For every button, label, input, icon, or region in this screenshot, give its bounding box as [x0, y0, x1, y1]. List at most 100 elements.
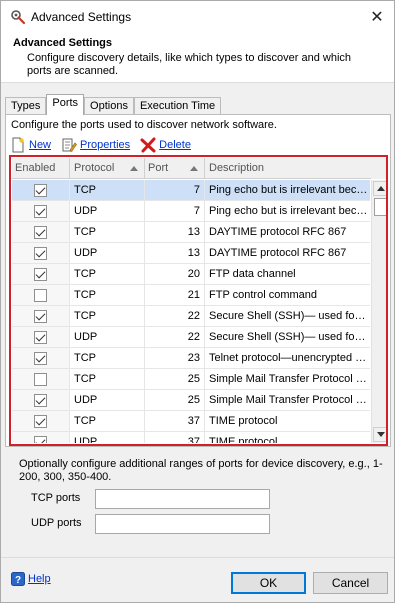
protocol-cell: UDP: [70, 201, 145, 221]
enabled-checkbox[interactable]: [34, 394, 47, 407]
enabled-checkbox[interactable]: [34, 415, 47, 428]
column-header-enabled[interactable]: Enabled: [12, 158, 70, 179]
ports-grid-body: Enabled Protocol Port Description TCP 7 Pi…: [12, 158, 386, 443]
protocol-cell: TCP: [70, 264, 145, 284]
tcp-ports-input[interactable]: [95, 489, 270, 509]
vertical-scrollbar[interactable]: [371, 180, 386, 443]
enabled-checkbox[interactable]: [34, 289, 47, 302]
tcp-ports-label: TCP ports: [31, 492, 81, 504]
properties-button[interactable]: Properties: [61, 137, 130, 153]
enabled-cell: [12, 348, 70, 368]
tab-types[interactable]: Types: [5, 97, 47, 115]
tab-strip: Types Ports Options Execution Time: [5, 94, 222, 115]
enabled-cell: [12, 327, 70, 347]
port-cell: 25: [145, 369, 205, 389]
header-description: Configure discovery details, like which …: [27, 52, 352, 77]
enabled-checkbox[interactable]: [34, 247, 47, 260]
scroll-down-button[interactable]: [373, 427, 386, 442]
udp-ports-input[interactable]: [95, 514, 270, 534]
description-cell: TIME protocol: [209, 415, 278, 427]
scroll-up-button[interactable]: [373, 181, 386, 196]
properties-label: Properties: [80, 139, 131, 151]
protocol-cell: TCP: [70, 306, 145, 326]
table-row[interactable]: TCP 37 TIME protocol: [12, 411, 370, 432]
new-label: New: [29, 139, 52, 151]
help-question-icon: ?: [11, 572, 25, 586]
protocol-cell: TCP: [70, 180, 145, 200]
enabled-cell: [12, 201, 70, 221]
tab-options[interactable]: Options: [84, 97, 134, 115]
port-cell: 13: [145, 222, 205, 242]
sort-ascending-icon: [190, 166, 198, 171]
enabled-cell: [12, 243, 70, 263]
protocol-cell: UDP: [70, 432, 145, 443]
description-cell: DAYTIME protocol RFC 867: [209, 247, 347, 259]
enabled-checkbox[interactable]: [34, 226, 47, 239]
enabled-checkbox[interactable]: [34, 352, 47, 365]
table-row[interactable]: TCP 20 FTP data channel: [12, 264, 370, 285]
scroll-thumb[interactable]: [374, 198, 386, 216]
enabled-cell: [12, 390, 70, 410]
tab-execution-time[interactable]: Execution Time: [133, 97, 222, 115]
enabled-checkbox[interactable]: [34, 205, 47, 218]
enabled-cell: [12, 285, 70, 305]
enabled-cell: [12, 180, 70, 200]
table-row[interactable]: TCP 21 FTP control command: [12, 285, 370, 306]
description-cell: Ping echo but is irrelevant bec…: [209, 184, 368, 196]
enabled-checkbox[interactable]: [34, 310, 47, 323]
description-cell: Secure Shell (SSH)— used fo…: [209, 310, 366, 322]
arrow-up-icon: [376, 186, 385, 191]
table-row[interactable]: UDP 25 Simple Mail Transfer Protocol …: [12, 390, 370, 411]
description-cell: FTP data channel: [209, 268, 296, 280]
column-header-protocol-label: Protocol: [74, 162, 115, 174]
footer-divider: [1, 557, 394, 558]
delete-x-icon: [140, 137, 156, 153]
description-cell: Ping echo but is irrelevant bec…: [209, 205, 368, 217]
tab-ports[interactable]: Ports: [46, 94, 85, 115]
udp-ports-label: UDP ports: [31, 517, 82, 529]
table-row[interactable]: TCP 23 Telnet protocol—unencrypted …: [12, 348, 370, 369]
port-ranges-description: Optionally configure additional ranges o…: [19, 458, 383, 483]
properties-icon: [62, 138, 77, 152]
description-cell: Telnet protocol—unencrypted …: [209, 352, 367, 364]
enabled-cell: [12, 264, 70, 284]
enabled-checkbox[interactable]: [34, 184, 47, 197]
table-row[interactable]: TCP 22 Secure Shell (SSH)— used fo…: [12, 306, 370, 327]
enabled-checkbox[interactable]: [34, 373, 47, 386]
table-row[interactable]: TCP 13 DAYTIME protocol RFC 867: [12, 222, 370, 243]
sort-ascending-icon: [130, 166, 138, 171]
column-header-port[interactable]: Port: [145, 158, 205, 179]
port-cell: 37: [145, 432, 205, 443]
advanced-settings-dialog: Advanced Settings ✕ Advanced Settings Co…: [0, 0, 395, 603]
table-row[interactable]: UDP 7 Ping echo but is irrelevant bec…: [12, 201, 370, 222]
help-link[interactable]: ? Help: [11, 572, 51, 586]
port-cell: 7: [145, 201, 205, 221]
ports-grid-rows: TCP 7 Ping echo but is irrelevant bec… UDP 7…: [12, 180, 370, 443]
cancel-button[interactable]: Cancel: [313, 572, 388, 594]
ports-description: Configure the ports used to discover net…: [11, 119, 277, 131]
column-header-protocol[interactable]: Protocol: [70, 158, 145, 179]
ok-button[interactable]: OK: [231, 572, 306, 594]
enabled-checkbox[interactable]: [34, 268, 47, 281]
table-row[interactable]: UDP 22 Secure Shell (SSH)— used fo…: [12, 327, 370, 348]
column-header-description[interactable]: Description: [205, 158, 370, 179]
close-button[interactable]: ✕: [360, 1, 394, 33]
port-cell: 7: [145, 180, 205, 200]
window-title: Advanced Settings: [31, 10, 132, 24]
protocol-cell: TCP: [70, 369, 145, 389]
new-button[interactable]: New: [10, 137, 51, 153]
table-row[interactable]: TCP 25 Simple Mail Transfer Protocol …: [12, 369, 370, 390]
ports-toolbar: New Properties Delete: [10, 137, 201, 153]
enabled-cell: [12, 222, 70, 242]
table-row[interactable]: UDP 37 TIME protocol: [12, 432, 370, 443]
table-row[interactable]: TCP 7 Ping echo but is irrelevant bec…: [12, 180, 370, 201]
svg-text:?: ?: [15, 575, 21, 586]
protocol-cell: TCP: [70, 222, 145, 242]
enabled-checkbox[interactable]: [34, 331, 47, 344]
protocol-cell: UDP: [70, 390, 145, 410]
table-row[interactable]: UDP 13 DAYTIME protocol RFC 867: [12, 243, 370, 264]
delete-button[interactable]: Delete: [140, 137, 191, 153]
dialog-header: Advanced Settings Configure discovery de…: [1, 33, 394, 83]
enabled-checkbox[interactable]: [34, 436, 47, 443]
arrow-down-icon: [376, 432, 385, 437]
